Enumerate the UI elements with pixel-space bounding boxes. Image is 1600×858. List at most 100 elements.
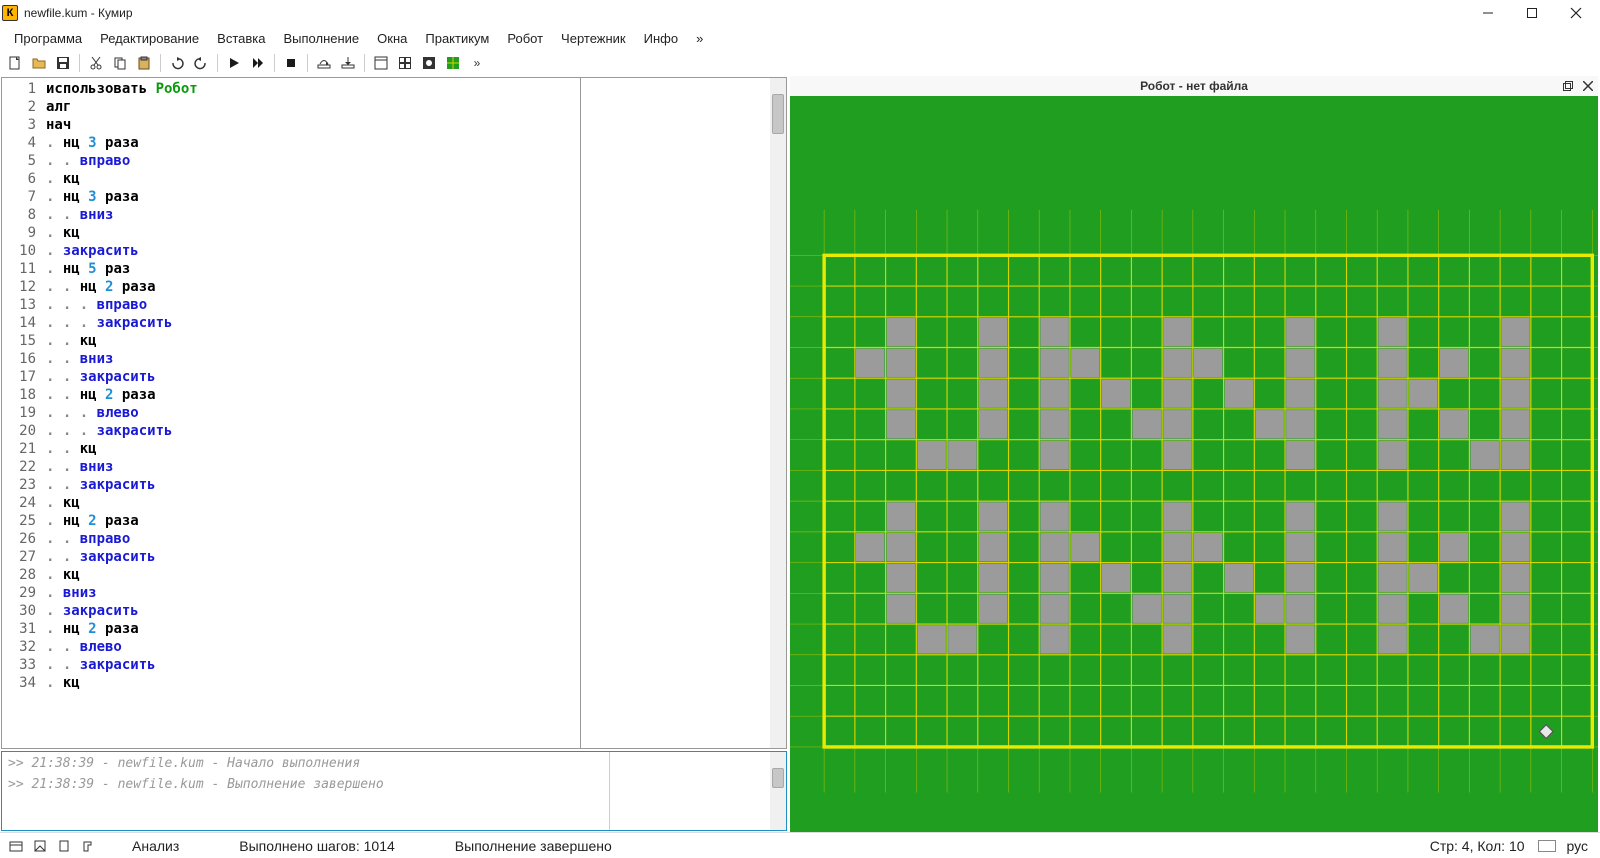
code-line: . . вправо [46,530,576,548]
output-pane: >> 21:38:39 - newfile.kum - Начало выпол… [1,751,787,831]
code-line: нач [46,116,576,134]
status-state: Выполнение завершено [455,838,612,854]
code-line: . . . вправо [46,296,576,314]
statusbar-icon-1[interactable] [6,836,26,856]
left-pane: 1234567891011121314151617181920212223242… [0,76,788,832]
code-line: . кц [46,674,576,692]
window-tool-2[interactable] [394,52,416,74]
window-tool-3[interactable] [418,52,440,74]
code-line: . . . влево [46,404,576,422]
more-tools-button[interactable]: » [466,52,488,74]
code-line: . нц 2 раза [46,512,576,530]
menu-item-8[interactable]: Инфо [636,29,686,48]
line-gutter: 1234567891011121314151617181920212223242… [2,78,42,748]
code-line: алг [46,98,576,116]
open-file-button[interactable] [28,52,50,74]
window-minimize-button[interactable] [1466,0,1510,26]
statusbar-icon-2[interactable] [30,836,50,856]
menu-item-6[interactable]: Робот [499,29,551,48]
code-line: . . кц [46,332,576,350]
menu-item-4[interactable]: Окна [369,29,415,48]
code-line: . . кц [46,440,576,458]
code-line: . . влево [46,638,576,656]
stop-button[interactable] [280,52,302,74]
window-close-button[interactable] [1554,0,1598,26]
output-line: >> 21:38:39 - newfile.kum - Выполнение з… [8,777,603,792]
menu-item-5[interactable]: Практикум [417,29,497,48]
output-scrollbar[interactable] [770,752,786,830]
menu-item-1[interactable]: Редактирование [92,29,207,48]
window-maximize-button[interactable] [1510,0,1554,26]
code-line: . . закрасить [46,548,576,566]
app-icon: К [2,5,18,21]
code-line: . . вниз [46,350,576,368]
output-right [610,752,786,830]
status-analysis: Анализ [132,838,179,854]
code-line: . . . закрасить [46,422,576,440]
step-into-button[interactable] [337,52,359,74]
paste-button[interactable] [133,52,155,74]
code-line: . . вниз [46,206,576,224]
robot-maximize-button[interactable] [1560,78,1576,94]
code-editor[interactable]: 1234567891011121314151617181920212223242… [1,77,787,749]
code-line: . . . закрасить [46,314,576,332]
code-line: . . вправо [46,152,576,170]
menu-item-0[interactable]: Программа [6,29,90,48]
window-title: newfile.kum - Кумир [24,6,1466,20]
statusbar-icon-3[interactable] [54,836,74,856]
menu-item-7[interactable]: Чертежник [553,29,634,48]
code-line: . кц [46,170,576,188]
code-line: . . нц 2 раза [46,278,576,296]
status-steps: Выполнено шагов: 1014 [239,838,395,854]
toolbar-separator [307,54,308,72]
code-line: . кц [46,494,576,512]
undo-button[interactable] [166,52,188,74]
robot-tool-button[interactable] [442,52,464,74]
editor-scrollbar[interactable] [770,78,786,748]
robot-title: Робот - нет файла [1140,79,1248,93]
code-line: . кц [46,566,576,584]
keyboard-icon[interactable] [1537,836,1557,856]
status-language[interactable]: рус [1567,838,1588,854]
statusbar-icon-4[interactable] [78,836,98,856]
code-line: . . нц 2 раза [46,386,576,404]
code-line: . . закрасить [46,656,576,674]
menu-item-3[interactable]: Выполнение [275,29,367,48]
run-button[interactable] [223,52,245,74]
toolbar-separator [160,54,161,72]
window-titlebar: К newfile.kum - Кумир [0,0,1600,26]
code-line: . закрасить [46,602,576,620]
new-file-button[interactable] [4,52,26,74]
code-content[interactable]: использовать Роботалгнач. нц 3 раза. . в… [42,78,580,748]
code-line: . . вниз [46,458,576,476]
robot-close-button[interactable] [1580,78,1596,94]
menu-item-9[interactable]: » [688,29,711,48]
editor-side-pane [580,78,770,748]
menubar: ПрограммаРедактированиеВставкаВыполнение… [0,26,1600,50]
code-line: . . закрасить [46,476,576,494]
menu-item-2[interactable]: Вставка [209,29,273,48]
toolbar-separator [274,54,275,72]
robot-titlebar: Робот - нет файла [790,76,1598,96]
window-controls [1466,0,1598,26]
robot-canvas[interactable] [790,96,1598,832]
output-log[interactable]: >> 21:38:39 - newfile.kum - Начало выпол… [2,752,610,830]
save-file-button[interactable] [52,52,74,74]
copy-button[interactable] [109,52,131,74]
code-line: . вниз [46,584,576,602]
statusbar: Анализ Выполнено шагов: 1014 Выполнение … [0,832,1600,858]
code-line: . нц 5 раз [46,260,576,278]
cut-button[interactable] [85,52,107,74]
toolbar: » [0,50,1600,76]
window-tool-1[interactable] [370,52,392,74]
step-over-button[interactable] [313,52,335,74]
status-cursor-pos: Стр: 4, Кол: 10 [1430,838,1525,854]
toolbar-separator [79,54,80,72]
code-line: . кц [46,224,576,242]
robot-pane: Робот - нет файла [788,76,1600,832]
main-area: 1234567891011121314151617181920212223242… [0,76,1600,832]
redo-button[interactable] [190,52,212,74]
code-line: использовать Робот [46,80,576,98]
run-fast-button[interactable] [247,52,269,74]
code-line: . закрасить [46,242,576,260]
